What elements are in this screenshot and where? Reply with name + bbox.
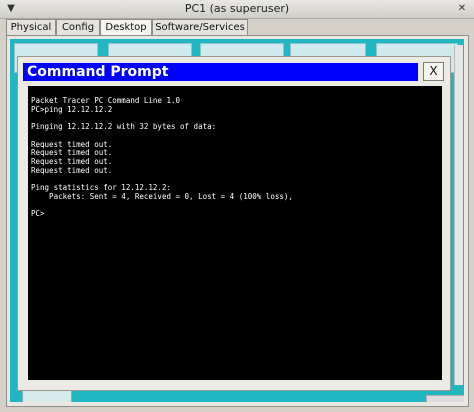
- close-button[interactable]: X: [423, 62, 444, 81]
- vertical-scrollbar[interactable]: [454, 45, 463, 385]
- command-prompt-window: Command Prompt X Packet Tracer PC Comman…: [17, 56, 451, 391]
- window-close-icon[interactable]: ✕: [455, 2, 469, 15]
- horizontal-scrollbar[interactable]: [426, 395, 464, 402]
- command-prompt-titlebar: Command Prompt: [23, 63, 418, 81]
- window-title: PC1 (as superuser): [184, 2, 290, 15]
- tab-desktop[interactable]: Desktop: [100, 19, 152, 36]
- tab-config[interactable]: Config: [56, 19, 100, 35]
- command-prompt-title: Command Prompt: [27, 64, 169, 80]
- tab-software-services[interactable]: Software/Services: [152, 19, 248, 35]
- window-titlebar[interactable]: ▼ PC1 (as superuser) ✕: [0, 0, 474, 19]
- terminal-output[interactable]: Packet Tracer PC Command Line 1.0 PC>pin…: [28, 86, 442, 380]
- terminal-text: Packet Tracer PC Command Line 1.0 PC>pin…: [31, 96, 293, 219]
- tab-physical[interactable]: Physical: [6, 19, 56, 35]
